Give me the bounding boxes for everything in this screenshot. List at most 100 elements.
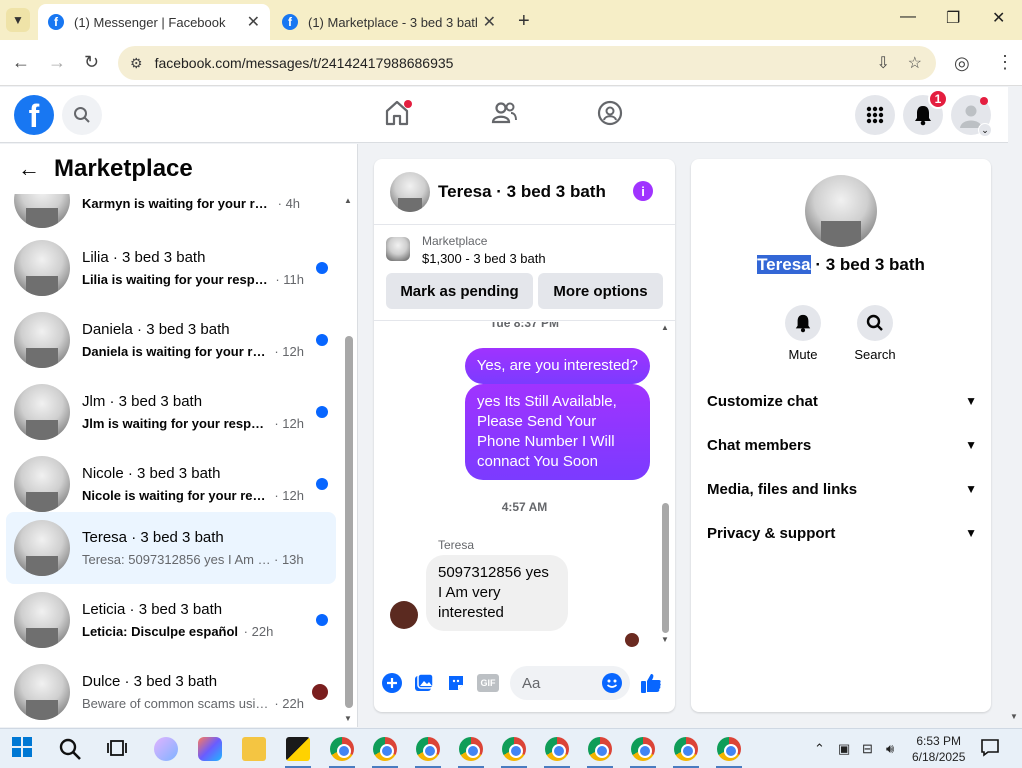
browser-menu-icon[interactable]: ⋮ — [996, 52, 1014, 73]
plus-icon[interactable] — [381, 672, 403, 694]
facebook-logo-icon[interactable]: f — [14, 95, 54, 135]
listing-thumbnail[interactable] — [386, 237, 410, 261]
outgoing-message[interactable]: Yes, are you interested? — [464, 348, 650, 384]
thumbs-up-icon[interactable] — [640, 672, 662, 694]
search-label: Search — [854, 347, 896, 362]
network-icon[interactable]: ⊟ — [862, 741, 873, 757]
site-info-icon[interactable]: ⚙ — [130, 55, 143, 72]
tab-messenger[interactable]: f (1) Messenger | Facebook ✕ — [38, 4, 270, 40]
outgoing-message[interactable]: yes Its Still Available, Please Send You… — [465, 384, 650, 480]
conversation-item[interactable]: Lilia · 3 bed 3 bath Lilia is waiting fo… — [6, 232, 336, 304]
groups-icon[interactable] — [596, 99, 624, 132]
incoming-message[interactable]: 5097312856 yes I Am very interested — [426, 555, 568, 631]
close-tab-icon[interactable]: ✕ — [247, 12, 260, 32]
tab-search-chevron-icon[interactable]: ▼ — [6, 8, 30, 32]
info-icon[interactable]: i — [633, 181, 653, 201]
mute-button[interactable]: Mute — [773, 305, 833, 362]
chrome-icon[interactable] — [459, 737, 483, 761]
conversation-item[interactable]: Daniela · 3 bed 3 bath Daniela is waitin… — [6, 304, 336, 376]
account-chevron-down-icon[interactable]: ⌄ — [978, 123, 992, 137]
menu-grid-icon[interactable] — [855, 95, 895, 135]
more-options-button[interactable]: More options — [538, 273, 663, 309]
tray-chevron-up-icon[interactable]: ⌃ — [814, 741, 825, 757]
emoji-icon[interactable] — [602, 673, 622, 697]
chrome-icon[interactable] — [330, 737, 354, 761]
reload-icon[interactable]: ↻ — [84, 52, 99, 73]
url-bar[interactable]: ⚙ facebook.com/messages/t/24142417988686… — [118, 46, 936, 80]
scroll-down-icon[interactable]: ▼ — [344, 714, 352, 723]
conversation-item[interactable]: Nicole · 3 bed 3 bath Nicole is waiting … — [6, 448, 336, 520]
scroll-up-icon[interactable]: ▲ — [661, 323, 669, 332]
notification-center-icon[interactable] — [980, 737, 1000, 760]
page-scrollbar[interactable]: ▼ — [1008, 87, 1022, 727]
mark-pending-button[interactable]: Mark as pending — [386, 273, 533, 309]
back-icon[interactable]: ← — [12, 52, 30, 73]
search-icon[interactable] — [62, 95, 102, 135]
privacy-support-row[interactable]: Privacy & support ▼ — [707, 517, 977, 549]
install-and-bookmark-icons[interactable]: ⇩ ☆ — [876, 53, 922, 73]
chrome-icon[interactable] — [545, 737, 569, 761]
maximize-icon[interactable]: ❐ — [946, 8, 960, 28]
chat-scrollbar[interactable]: ▲ ▼ — [661, 323, 671, 647]
tray-app-icon[interactable]: ▣ — [838, 741, 850, 757]
scrollbar-thumb[interactable] — [662, 503, 669, 633]
gif-icon[interactable]: GIF — [477, 674, 499, 692]
avatar — [14, 240, 70, 296]
avatar — [14, 456, 70, 512]
scroll-down-icon[interactable]: ▼ — [1010, 712, 1018, 721]
browser-profile-icon[interactable]: ◎ — [954, 53, 970, 74]
close-window-icon[interactable]: ✕ — [992, 8, 1005, 28]
conversation-snippet: Beware of common scams usin... · 22h — [82, 696, 304, 711]
avatar[interactable] — [390, 171, 430, 212]
avatar — [14, 384, 70, 440]
chrome-icon[interactable] — [373, 737, 397, 761]
chrome-icon[interactable] — [674, 737, 698, 761]
tab-marketplace[interactable]: f (1) Marketplace - 3 bed 3 bath | ✕ — [272, 4, 506, 40]
task-view-icon[interactable] — [106, 737, 130, 761]
unread-dot — [316, 614, 328, 626]
copilot-icon[interactable] — [198, 737, 222, 761]
chrome-icon[interactable] — [416, 737, 440, 761]
composer: GIF Aa — [374, 659, 675, 709]
sender-avatar[interactable] — [390, 601, 418, 629]
photo-icon[interactable] — [413, 672, 435, 694]
app-icon[interactable] — [286, 737, 310, 761]
customize-chat-row[interactable]: Customize chat ▼ — [707, 385, 977, 417]
friends-icon[interactable] — [490, 99, 518, 132]
scroll-up-icon[interactable]: ▲ — [344, 196, 352, 205]
taskbar-clock[interactable]: 6:53 PM 6/18/2025 — [912, 733, 965, 765]
conversation-item[interactable]: Dulce · 3 bed 3 bath Beware of common sc… — [6, 656, 336, 727]
scroll-down-icon[interactable]: ▼ — [661, 635, 669, 644]
message-input[interactable]: Aa — [510, 666, 630, 700]
sidebar-scrollbar[interactable]: ▲ ▼ — [344, 194, 354, 724]
sticker-icon[interactable] — [445, 672, 467, 694]
chrome-icon[interactable] — [717, 737, 741, 761]
new-tab-icon[interactable]: + — [518, 10, 530, 33]
clock-time: 6:53 PM — [916, 734, 962, 748]
forward-icon[interactable]: → — [48, 52, 66, 73]
chrome-icon[interactable] — [631, 737, 655, 761]
chrome-icon[interactable] — [588, 737, 612, 761]
taskbar-search-icon[interactable] — [58, 737, 82, 761]
chrome-icon[interactable] — [502, 737, 526, 761]
listing-card: Marketplace $1,300 - 3 bed 3 bath Mark a… — [374, 225, 675, 321]
chat-members-row[interactable]: Chat members ▼ — [707, 429, 977, 461]
conversation-item-selected[interactable]: Teresa · 3 bed 3 bath Teresa: 5097312856… — [6, 512, 336, 584]
chat-title[interactable]: Teresa · 3 bed 3 bath — [438, 182, 606, 202]
minimize-icon[interactable]: — — [900, 8, 916, 26]
windows-start-icon[interactable] — [12, 737, 36, 761]
message-timestamp: Tue 8:37 PM — [489, 322, 560, 330]
close-tab-icon[interactable]: ✕ — [483, 12, 496, 32]
back-arrow-icon[interactable]: ← — [18, 156, 40, 182]
scrollbar-thumb[interactable] — [345, 336, 353, 708]
search-button[interactable]: Search — [845, 305, 905, 362]
conversation-snippet: Nicole is waiting for your resp... · 12h — [82, 488, 304, 503]
sidebar-header: ← Marketplace — [0, 144, 342, 194]
volume-icon[interactable]: 🔊︎ — [886, 741, 894, 757]
media-files-links-row[interactable]: Media, files and links ▼ — [707, 473, 977, 505]
conversation-item[interactable]: Leticia · 3 bed 3 bath Leticia: Disculpe… — [6, 584, 336, 656]
snipping-tool-icon[interactable] — [154, 737, 178, 761]
file-explorer-icon[interactable] — [242, 737, 266, 761]
profile-avatar[interactable] — [805, 175, 877, 247]
conversation-item[interactable]: Jlm · 3 bed 3 bath Jlm is waiting for yo… — [6, 376, 336, 448]
